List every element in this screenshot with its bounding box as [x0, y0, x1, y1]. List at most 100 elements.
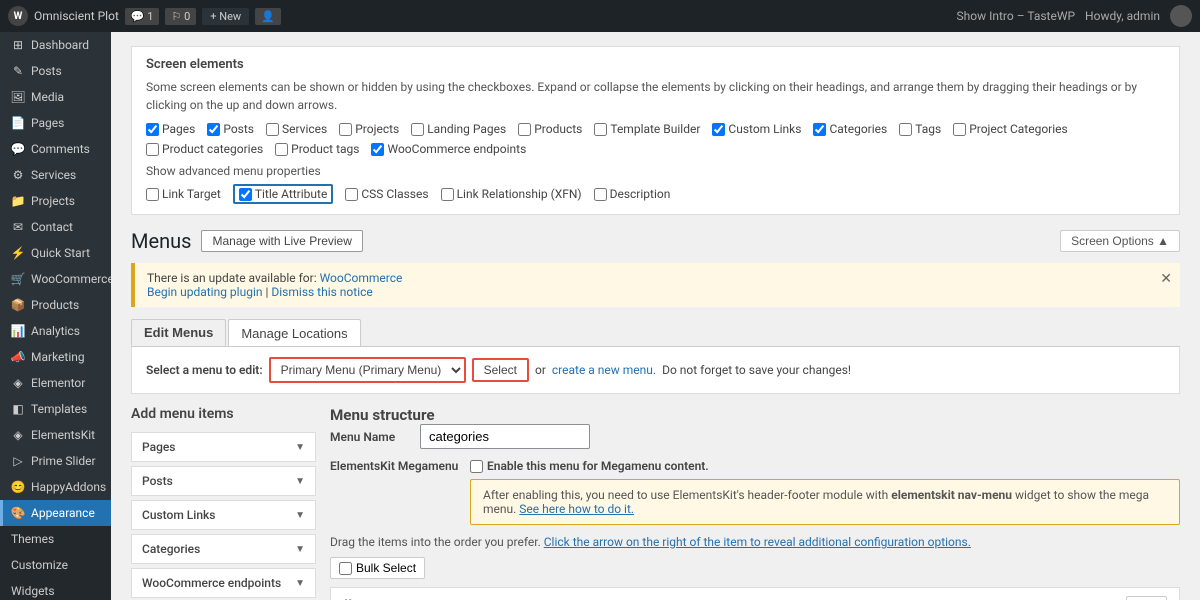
sidebar-item-posts[interactable]: ✎ Posts	[0, 58, 111, 84]
menus-header: Menus Manage with Live Preview Screen Op…	[131, 229, 1180, 253]
sidebar-item-templates[interactable]: ◧ Templates	[0, 396, 111, 422]
sidebar-item-products[interactable]: 📦 Products	[0, 292, 111, 318]
accordion-pages[interactable]: Pages ▼	[131, 432, 316, 462]
accordion-woocommerce-endpoints-header[interactable]: WooCommerce endpoints ▼	[132, 569, 315, 597]
sidebar-item-projects[interactable]: 📁 Projects	[0, 188, 111, 214]
analytics-icon: 📊	[11, 324, 25, 338]
sidebar-label-happyaddons: HappyAddons	[31, 480, 106, 494]
sidebar-item-contact[interactable]: ✉ Contact	[0, 214, 111, 240]
notice-link[interactable]: WooCommerce	[320, 271, 403, 285]
sidebar-item-widgets[interactable]: Widgets	[0, 578, 111, 600]
checkbox-title-attribute[interactable]: Title Attribute	[233, 184, 333, 204]
menu-select-dropdown[interactable]: Primary Menu (Primary Menu)	[269, 357, 466, 383]
tab-manage-locations[interactable]: Manage Locations	[228, 319, 360, 346]
sidebar-item-comments[interactable]: 💬 Comments	[0, 136, 111, 162]
bulk-select-label: Bulk Select	[356, 561, 416, 575]
chevron-down-icon: ▼	[295, 476, 305, 487]
sidebar-label-marketing: Marketing	[31, 350, 85, 364]
checkbox-services[interactable]: Services	[266, 122, 327, 136]
accordion-custom-links-header[interactable]: Custom Links ▼	[132, 501, 315, 529]
select-menu-button[interactable]: Select	[472, 358, 529, 382]
show-intro-link[interactable]: Show Intro – TasteWP	[957, 9, 1076, 23]
megamenu-checkbox-label[interactable]: Enable this menu for Megamenu content.	[470, 459, 1180, 473]
menu-item-home-select[interactable]: ▼	[1126, 596, 1167, 600]
media-icon: 🖼	[11, 90, 25, 104]
admin-bar-left: W Omniscient Plot 💬 1 ⚐ 0 + New 👤	[8, 6, 281, 26]
tab-edit-menus[interactable]: Edit Menus	[131, 319, 226, 346]
accordion-posts[interactable]: Posts ▼	[131, 466, 316, 496]
or-text: or	[535, 363, 546, 377]
sidebar-item-dashboard[interactable]: ⊞ Dashboard	[0, 32, 111, 58]
dismiss-notice-link[interactable]: Dismiss this notice	[271, 285, 372, 299]
drag-hint-link[interactable]: Click the arrow on the right of the item…	[544, 535, 971, 549]
create-new-menu-link[interactable]: create a new menu.	[552, 363, 656, 377]
admin-bar-updates-icon[interactable]: ⚐ 0	[165, 8, 196, 25]
sidebar-label-pages: Pages	[31, 116, 64, 130]
megamenu-label: ElementsKit Megamenu	[330, 459, 460, 473]
accordion-categories-header[interactable]: Categories ▼	[132, 535, 315, 563]
checkbox-custom-links[interactable]: Custom Links	[712, 122, 801, 136]
sidebar-item-elementor[interactable]: ◈ Elementor	[0, 370, 111, 396]
accordion-woocommerce-endpoints[interactable]: WooCommerce endpoints ▼	[131, 568, 316, 598]
sidebar: ⊞ Dashboard ✎ Posts 🖼 Media 📄 Pages 💬 Co…	[0, 32, 111, 600]
bulk-select-button[interactable]: Bulk Select	[330, 557, 425, 579]
notice-text: There is an update available for:	[147, 271, 320, 285]
menu-name-input[interactable]	[420, 424, 590, 449]
sidebar-item-happyaddons[interactable]: 😊 HappyAddons	[0, 474, 111, 500]
megamenu-checkbox[interactable]	[470, 460, 483, 473]
sidebar-item-services[interactable]: ⚙ Services	[0, 162, 111, 188]
accordion-pages-header[interactable]: Pages ▼	[132, 433, 315, 461]
sidebar-item-marketing[interactable]: 📣 Marketing	[0, 344, 111, 370]
new-button[interactable]: + New	[202, 8, 249, 25]
checkbox-tags[interactable]: Tags	[899, 122, 941, 136]
sidebar-label-woocommerce: WooCommerce	[31, 272, 111, 286]
admin-bar-comments-icon[interactable]: 💬 1	[125, 8, 160, 25]
checkbox-project-categories[interactable]: Project Categories	[953, 122, 1068, 136]
sidebar-item-quick-start[interactable]: ⚡ Quick Start	[0, 240, 111, 266]
checkbox-projects[interactable]: Projects	[339, 122, 399, 136]
comments-icon: 💬	[11, 142, 25, 156]
screen-options-button[interactable]: Screen Options ▲	[1060, 230, 1180, 252]
checkbox-description[interactable]: Description	[594, 187, 671, 201]
checkbox-posts[interactable]: Posts	[207, 122, 254, 136]
accordion-categories[interactable]: Categories ▼	[131, 534, 316, 564]
sidebar-item-elementskit[interactable]: ◈ ElementsKit	[0, 422, 111, 448]
admin-bar-user-icon[interactable]: 👤	[255, 8, 281, 25]
checkbox-woocommerce-endpoints[interactable]: WooCommerce endpoints	[371, 142, 526, 156]
checkbox-css-classes[interactable]: CSS Classes	[345, 187, 428, 201]
admin-bar: W Omniscient Plot 💬 1 ⚐ 0 + New 👤 Show I…	[0, 0, 1200, 32]
sidebar-item-pages[interactable]: 📄 Pages	[0, 110, 111, 136]
checkbox-landing-pages[interactable]: Landing Pages	[411, 122, 506, 136]
add-menu-items-col: Add menu items Pages ▼ Posts ▼	[131, 406, 316, 600]
add-menu-section: Add menu items Pages ▼ Posts ▼	[131, 406, 316, 598]
menu-item-home-right: Custom Link ▼	[1053, 596, 1167, 600]
menu-tabs: Edit Menus Manage Locations	[131, 319, 1180, 347]
sidebar-item-prime-slider[interactable]: ▷ Prime Slider	[0, 448, 111, 474]
checkbox-product-tags[interactable]: Product tags	[275, 142, 359, 156]
sidebar-item-media[interactable]: 🖼 Media	[0, 84, 111, 110]
posts-icon: ✎	[11, 64, 25, 78]
checkbox-link-target[interactable]: Link Target	[146, 187, 221, 201]
elementskit-icon: ◈	[11, 428, 25, 442]
accordion-posts-header[interactable]: Posts ▼	[132, 467, 315, 495]
sidebar-item-themes[interactable]: Themes	[0, 526, 111, 552]
begin-updating-link[interactable]: Begin updating plugin	[147, 285, 263, 299]
notice-close-button[interactable]: ✕	[1160, 271, 1172, 287]
checkbox-pages[interactable]: Pages	[146, 122, 195, 136]
sidebar-label-prime-slider: Prime Slider	[31, 454, 96, 468]
megamenu-see-here-link[interactable]: See here how to do it.	[519, 502, 634, 516]
checkbox-categories[interactable]: Categories	[813, 122, 887, 136]
sidebar-item-woocommerce[interactable]: 🛒 WooCommerce	[0, 266, 111, 292]
sidebar-item-analytics[interactable]: 📊 Analytics	[0, 318, 111, 344]
checkbox-products[interactable]: Products	[518, 122, 582, 136]
accordion-custom-links[interactable]: Custom Links ▼	[131, 500, 316, 530]
live-preview-button[interactable]: Manage with Live Preview	[201, 230, 362, 252]
elementor-icon: ◈	[11, 376, 25, 390]
sidebar-item-appearance[interactable]: 🎨 Appearance	[0, 500, 111, 526]
checkbox-product-categories[interactable]: Product categories	[146, 142, 263, 156]
sidebar-label-themes: Themes	[11, 532, 54, 546]
checkbox-template-builder[interactable]: Template Builder	[594, 122, 700, 136]
sidebar-item-customize[interactable]: Customize	[0, 552, 111, 578]
bulk-select-checkbox[interactable]	[339, 562, 352, 575]
checkbox-link-relationship[interactable]: Link Relationship (XFN)	[441, 187, 582, 201]
